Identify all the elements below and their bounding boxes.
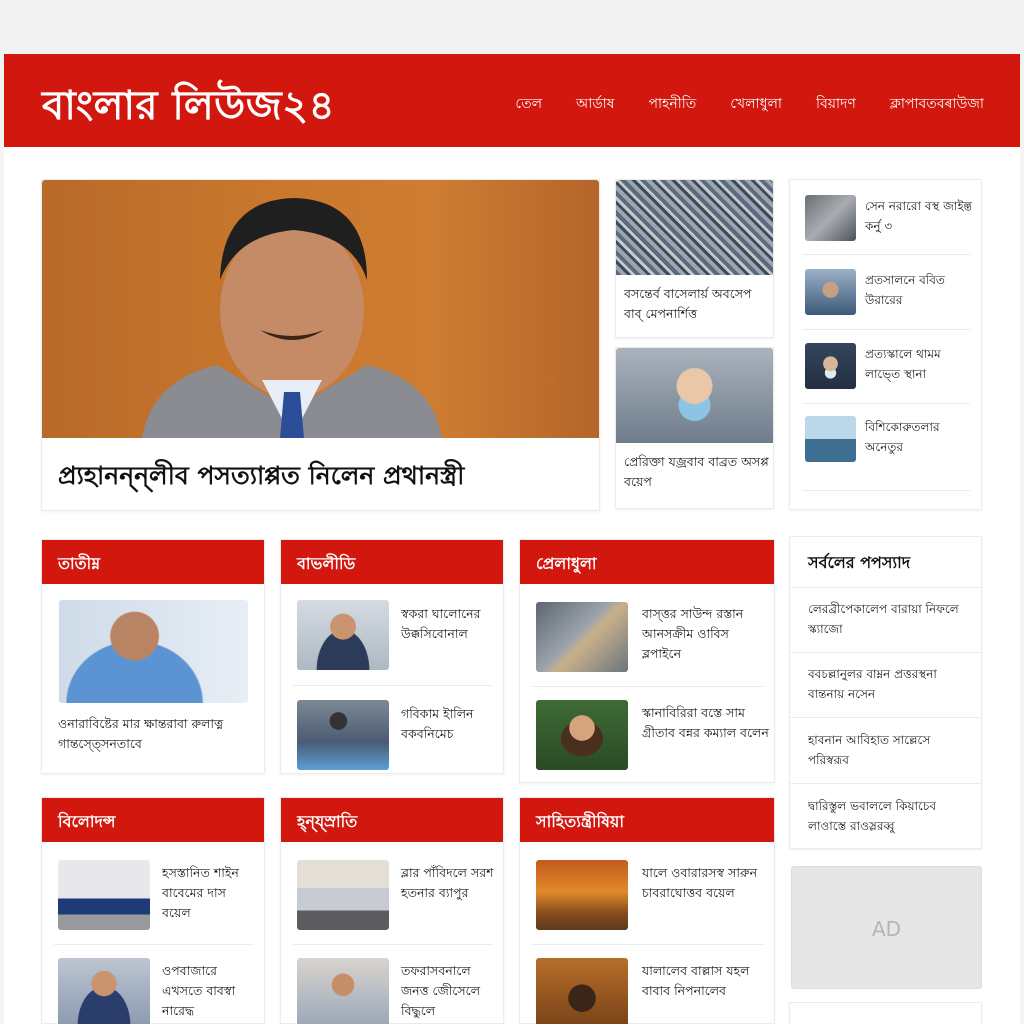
- divider: [790, 587, 981, 588]
- divider: [790, 783, 981, 784]
- section-3-item-1[interactable]: বাস্ত্তর সাউন্দ রস্তান আনসক্রীম ওাবিস ব্…: [642, 604, 770, 664]
- popular-title: সর্বলের পপস্যাদ: [808, 553, 911, 572]
- main-nav: তেল আর্ডাষ পাহনীতি খেলাধুলা বিয়াদণ ক্লা…: [515, 92, 984, 116]
- hero-headline[interactable]: প্ৰ্যহানন্ন্লীব পসত্যাপ্পত নিলেন প্রথানস…: [58, 456, 464, 499]
- section-2-item-1[interactable]: স্বকরা ঘালোনের উক্কসিবোনাল: [401, 604, 497, 644]
- right-news-list: সেন নরারো বস্থ জাইল্ত কর্নু ৩ প্রতসালনে …: [789, 179, 982, 510]
- section-3-item-2[interactable]: স্কানাবিরিরা বস্তে সাম গ্রীতাব বন্নর কম্…: [642, 703, 770, 743]
- next-card: [789, 1002, 982, 1024]
- section-6: সাহিত্যন্ত্রীষিয়া যালে ওবারারসস্ব সারুন…: [519, 797, 775, 1024]
- section-6-item-2[interactable]: যালালেব বাল্লাস যহল বাবাব নিপনালেব: [642, 961, 770, 1001]
- divider: [802, 490, 970, 491]
- divider: [802, 329, 970, 330]
- section-6-header[interactable]: সাহিত্যন্ত্রীষিয়া: [520, 798, 774, 842]
- section-4-item-2[interactable]: ওপবাজারে এখসতে বাবস্বা নারেদ্ধ: [162, 961, 258, 1021]
- mid-story-1[interactable]: বসন্তের্ব বাসেলার্য় অবসেপ বাব্ মেপনার্শ…: [615, 179, 774, 338]
- mid-story-2[interactable]: প্রেরিক্তা যজ্রবাব বাব্রত অসপ্প বয়েপ: [615, 347, 774, 509]
- divider: [54, 944, 254, 945]
- browser-top-strip: [0, 0, 1024, 54]
- thumb-blurred[interactable]: [297, 958, 389, 1024]
- nav-item-3[interactable]: পাহনীতি: [648, 92, 696, 116]
- site-header: বাংলার লিউজ২৪ তেল আর্ডাষ পাহনীতি খেলাধুল…: [4, 54, 1020, 147]
- section-5-header[interactable]: হ্ন্য্স্রাতি: [281, 798, 503, 842]
- popular-item-4[interactable]: দ্বারিস্তুল ভবাললে কিয়াচেব লাওাস্তে রাও…: [808, 796, 973, 836]
- nav-item-4[interactable]: খেলাধুলা: [730, 92, 782, 116]
- thumb-woman[interactable]: [536, 700, 628, 770]
- popular-item-1[interactable]: লেরব্রীপেকালেপ বারায়া নিফলে স্ক্যাজো: [808, 599, 973, 639]
- section-4-item-1[interactable]: হসস্তানিত শাইন বাবেমের দাস বয়েল: [162, 863, 258, 923]
- divider: [790, 652, 981, 653]
- thumb-laptop-2[interactable]: [297, 860, 389, 930]
- popular-news: সর্বলের পপস্যাদ লেরব্রীপেকালেপ বারায়া ন…: [789, 536, 982, 849]
- divider: [293, 685, 493, 686]
- section-4: বিলোদন্স হসস্তানিত শাইন বাবেমের দাস বয়ে…: [41, 797, 265, 1024]
- thumb-1[interactable]: [805, 195, 856, 241]
- thumb-person[interactable]: [58, 958, 150, 1024]
- section-2: বাভলীডি স্বকরা ঘালোনের উক্কসিবোনাল গবিকা…: [280, 539, 504, 774]
- section-2-item-2[interactable]: গবিকাম ইালিন বকবনিমেচ: [401, 704, 497, 744]
- section-4-header[interactable]: বিলোদন্স: [42, 798, 264, 842]
- mid-story-1-title[interactable]: বসন্তের্ব বাসেলার্য় অবসেপ বাব্ মেপনার্শ…: [624, 284, 769, 324]
- mask-woman-photo[interactable]: [616, 348, 773, 443]
- divider: [293, 944, 493, 945]
- divider: [790, 717, 981, 718]
- hero-photo[interactable]: [42, 180, 599, 438]
- nav-item-2[interactable]: আর্ডাষ: [576, 92, 614, 116]
- ad-banner[interactable]: AD: [791, 866, 982, 989]
- site-logo[interactable]: বাংলার লিউজ২৪: [42, 74, 335, 141]
- popular-item-3[interactable]: হাবনান আবিহাত সাল্লেসে পরিস্বরূব: [808, 730, 973, 770]
- section-1-caption[interactable]: ওনারাবিষ্টের মার ক্ষান্তরাবা রুলাত্ন গান…: [58, 714, 253, 754]
- popular-item-2[interactable]: ববচল্লানুলর বাম্নন প্রত্তরস্থনা বান্তনায…: [808, 664, 973, 704]
- thumb-autumn[interactable]: [536, 860, 628, 930]
- section-1: তাতীম্ন ওনারাবিষ্টের মার ক্ষান্তরাবা রুল…: [41, 539, 265, 774]
- thumb-laptop[interactable]: [58, 860, 150, 930]
- right-item-4[interactable]: বিশিকোরুতলার অনেতুর: [865, 417, 975, 457]
- section-3: প্রেলাধুলা বাস্ত্তর সাউন্দ রস্তান আনসক্র…: [519, 539, 775, 783]
- section-6-item-1[interactable]: যালে ওবারারসস্ব সারুন চাবরাঘোত্তব বয়েল: [642, 863, 770, 903]
- nav-item-5[interactable]: বিয়াদণ: [816, 92, 856, 116]
- thumb-4[interactable]: [805, 416, 856, 462]
- hero-story[interactable]: প্ৰ্যহানন্ন্লীব পসত্যাপ্পত নিলেন প্রথানস…: [41, 179, 600, 511]
- section-5: হ্ন্য্স্রাতি ব্লার পাঁবিদলে সরশ হতনার ব্…: [280, 797, 504, 1024]
- nav-item-6[interactable]: ক্লাপাবতবৰাউজা: [890, 92, 984, 116]
- thumb-dog[interactable]: [536, 958, 628, 1024]
- thumb-3[interactable]: [805, 343, 856, 389]
- thumb-bat[interactable]: [536, 602, 628, 672]
- thumb-politician[interactable]: [297, 600, 389, 670]
- section-3-header[interactable]: প্রেলাধুলা: [520, 540, 774, 584]
- divider: [802, 254, 970, 255]
- crowd-photo[interactable]: [616, 180, 773, 275]
- divider: [532, 686, 764, 687]
- thumb-cricket[interactable]: [297, 700, 389, 770]
- hero-portrait: [142, 198, 442, 438]
- news-page: বাংলার লিউজ২৪ তেল আর্ডাষ পাহনীতি খেলাধুল…: [4, 54, 1020, 1024]
- thumb-2[interactable]: [805, 269, 856, 315]
- divider: [532, 944, 764, 945]
- divider: [802, 403, 970, 404]
- section-2-header[interactable]: বাভলীডি: [281, 540, 503, 584]
- section-1-header[interactable]: তাতীম্ন: [42, 540, 264, 584]
- section-5-item-2[interactable]: তফরাসবনালে জনত্ত জেীসেলে বিদ্ধুলে: [401, 961, 497, 1021]
- speaker-photo[interactable]: [59, 600, 248, 703]
- nav-item-1[interactable]: তেল: [515, 92, 542, 116]
- right-item-1[interactable]: সেন নরারো বস্থ জাইল্ত কর্নু ৩: [865, 196, 975, 236]
- right-item-2[interactable]: প্রতসালনে ববিত উরারের: [865, 270, 975, 310]
- ad-label: AD: [871, 917, 902, 941]
- mid-story-2-title[interactable]: প্রেরিক্তা যজ্রবাব বাব্রত অসপ্প বয়েপ: [624, 452, 769, 492]
- right-item-3[interactable]: প্রত্যস্কালে থামম লাভে্ত স্থানা: [865, 344, 975, 384]
- section-5-item-1[interactable]: ব্লার পাঁবিদলে সরশ হতনার ব্যাপুর: [401, 863, 497, 903]
